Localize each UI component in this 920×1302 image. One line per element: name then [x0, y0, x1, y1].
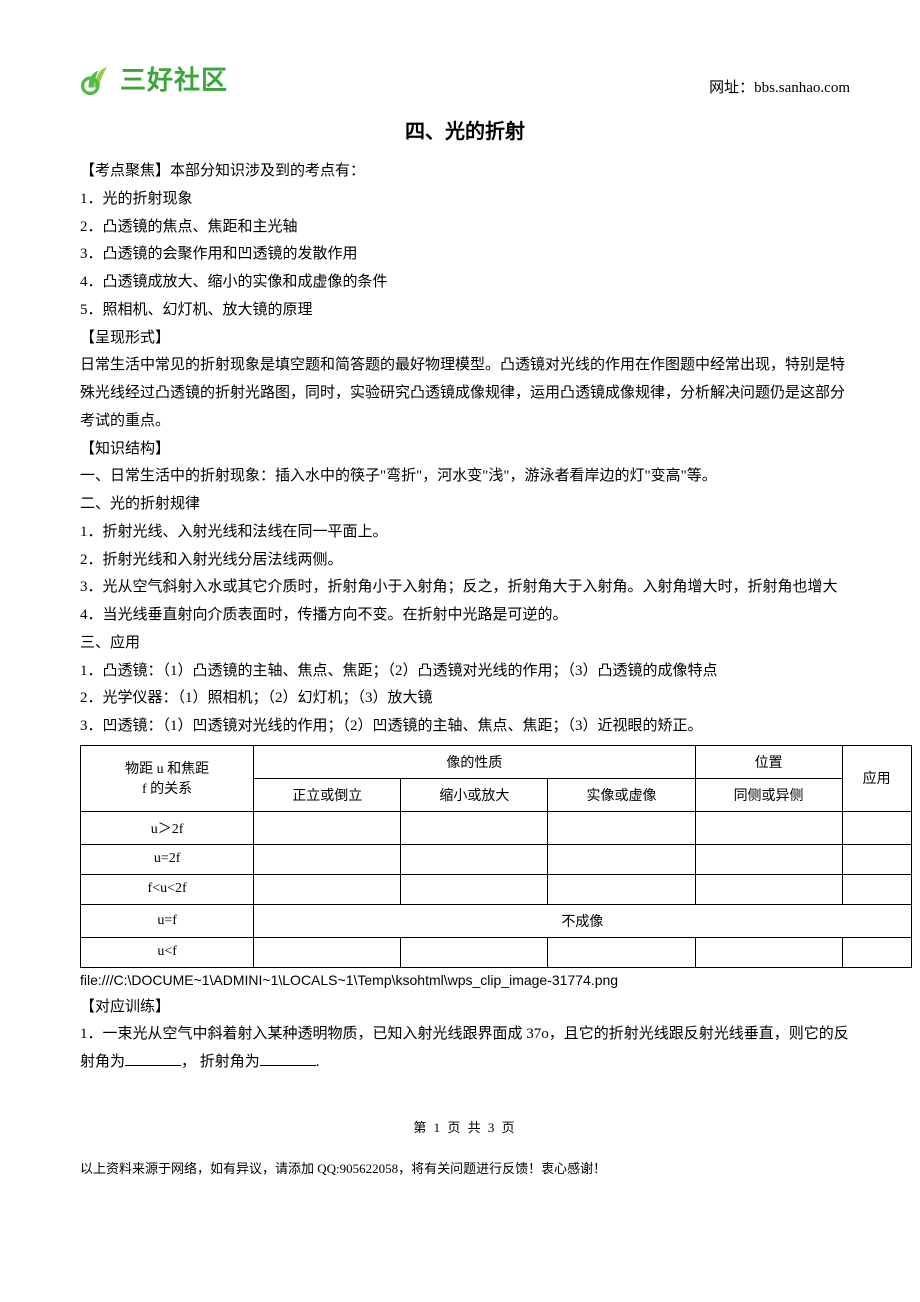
- footer-note: 以上资料来源于网络，如有异议，请添加 QQ:905622058，将有关问题进行反…: [80, 1158, 850, 1177]
- focus-item: 3．凸透镜的会聚作用和凹透镜的发散作用: [80, 241, 850, 269]
- struct-line: 1．凸透镜：（1）凸透镜的主轴、焦点、焦距；（2）凸透镜对光线的作用；（3）凸透…: [80, 658, 850, 686]
- cell: [695, 937, 842, 967]
- struct-line: 1．折射光线、入射光线和法线在同一平面上。: [80, 519, 850, 547]
- cell: [842, 874, 911, 904]
- struct-line: 一、日常生活中的折射现象：插入水中的筷子"弯折"，河水变"浅"，游泳者看岸边的灯…: [80, 463, 850, 491]
- sanhao-logo-icon: [80, 62, 114, 96]
- document-title: 四、光的折射: [80, 115, 850, 144]
- site-url: 网址：bbs.sanhao.com: [709, 76, 850, 97]
- cell: [842, 811, 911, 844]
- focus-item: 4．凸透镜成放大、缩小的实像和成虚像的条件: [80, 269, 850, 297]
- form-label: 【呈现形式】: [80, 325, 850, 353]
- page-number: 第 1 页 共 3 页: [80, 1117, 850, 1136]
- struct-line: 三、应用: [80, 630, 850, 658]
- table-header-position: 位置: [695, 745, 842, 778]
- focus-item: 5．照相机、幻灯机、放大镜的原理: [80, 297, 850, 325]
- struct-line: 4．当光线垂直射向介质表面时，传播方向不变。在折射中光路是可逆的。: [80, 602, 850, 630]
- struct-line: 2．光学仪器：（1）照相机；（2）幻灯机；（3）放大镜: [80, 685, 850, 713]
- document-body: 【考点聚焦】本部分知识涉及到的考点有： 1．光的折射现象 2．凸透镜的焦点、焦距…: [80, 158, 850, 1077]
- cell: [695, 844, 842, 874]
- table-row: u=2f: [81, 844, 912, 874]
- table-subheader: 实像或虚像: [548, 778, 695, 811]
- training-label: 【对应训练】: [80, 994, 850, 1022]
- table-subheader: 正立或倒立: [254, 778, 401, 811]
- focus-item: 1．光的折射现象: [80, 186, 850, 214]
- fill-blank: [125, 1051, 181, 1066]
- struct-line: 二、光的折射规律: [80, 491, 850, 519]
- form-text: 日常生活中常见的折射现象是填空题和简答题的最好物理模型。凸透镜对光线的作用在作图…: [80, 352, 850, 435]
- lens-table: 物距 u 和焦距 f 的关系 像的性质 位置 应用 正立或倒立 缩小或放大 实像…: [80, 745, 912, 968]
- q1-text-c: .: [316, 1054, 320, 1070]
- header: 三好社区 网址：bbs.sanhao.com: [80, 60, 850, 97]
- cell: [401, 844, 548, 874]
- cell: [548, 844, 695, 874]
- focus-item: 2．凸透镜的焦点、焦距和主光轴: [80, 214, 850, 242]
- fill-blank: [260, 1051, 316, 1066]
- cell: [548, 811, 695, 844]
- cell: [401, 811, 548, 844]
- table-row: f<u<2f: [81, 874, 912, 904]
- q1-text-b: ， 折射角为: [181, 1054, 260, 1070]
- cell: [695, 811, 842, 844]
- table-row: u=f 不成像: [81, 904, 912, 937]
- cell-text: f 的关系: [142, 782, 192, 797]
- cell: [254, 874, 401, 904]
- table-row: u<f: [81, 937, 912, 967]
- cell: [548, 937, 695, 967]
- table-header-relation: 物距 u 和焦距 f 的关系: [81, 745, 254, 811]
- cell: [548, 874, 695, 904]
- struct-label: 【知识结构】: [80, 436, 850, 464]
- logo-text: 三好社区: [120, 60, 228, 97]
- cell: f<u<2f: [81, 874, 254, 904]
- cell: [695, 874, 842, 904]
- table-subheader: 缩小或放大: [401, 778, 548, 811]
- cell: [401, 937, 548, 967]
- cell: [254, 937, 401, 967]
- cell: u=2f: [81, 844, 254, 874]
- cell: u=f: [81, 904, 254, 937]
- cell: [254, 811, 401, 844]
- question-1: 1．一束光从空气中斜着射入某种透明物质，已知入射光线跟界面成 37o，且它的折射…: [80, 1021, 850, 1077]
- struct-line: 3．凹透镜：（1）凹透镜对光线的作用；（2）凹透镜的主轴、焦点、焦距；（3）近视…: [80, 713, 850, 741]
- cell: [842, 937, 911, 967]
- cell-text: 物距 u 和焦距: [125, 762, 209, 777]
- table-header-application: 应用: [842, 745, 911, 811]
- cell: u<f: [81, 937, 254, 967]
- focus-label: 【考点聚焦】本部分知识涉及到的考点有：: [80, 158, 850, 186]
- cell: [842, 844, 911, 874]
- cell-merged: 不成像: [254, 904, 911, 937]
- struct-line: 3．光从空气斜射入水或其它介质时，折射角小于入射角；反之，折射角大于入射角。入射…: [80, 574, 850, 602]
- cell: u＞2f: [81, 811, 254, 844]
- table-header-image-nature: 像的性质: [254, 745, 695, 778]
- struct-line: 2．折射光线和入射光线分居法线两侧。: [80, 547, 850, 575]
- table-row: u＞2f: [81, 811, 912, 844]
- table-subheader: 同侧或异侧: [695, 778, 842, 811]
- cell: [254, 844, 401, 874]
- file-path: file:///C:\DOCUME~1\ADMINI~1\LOCALS~1\Te…: [80, 968, 850, 994]
- logo: 三好社区: [80, 60, 228, 97]
- cell: [401, 874, 548, 904]
